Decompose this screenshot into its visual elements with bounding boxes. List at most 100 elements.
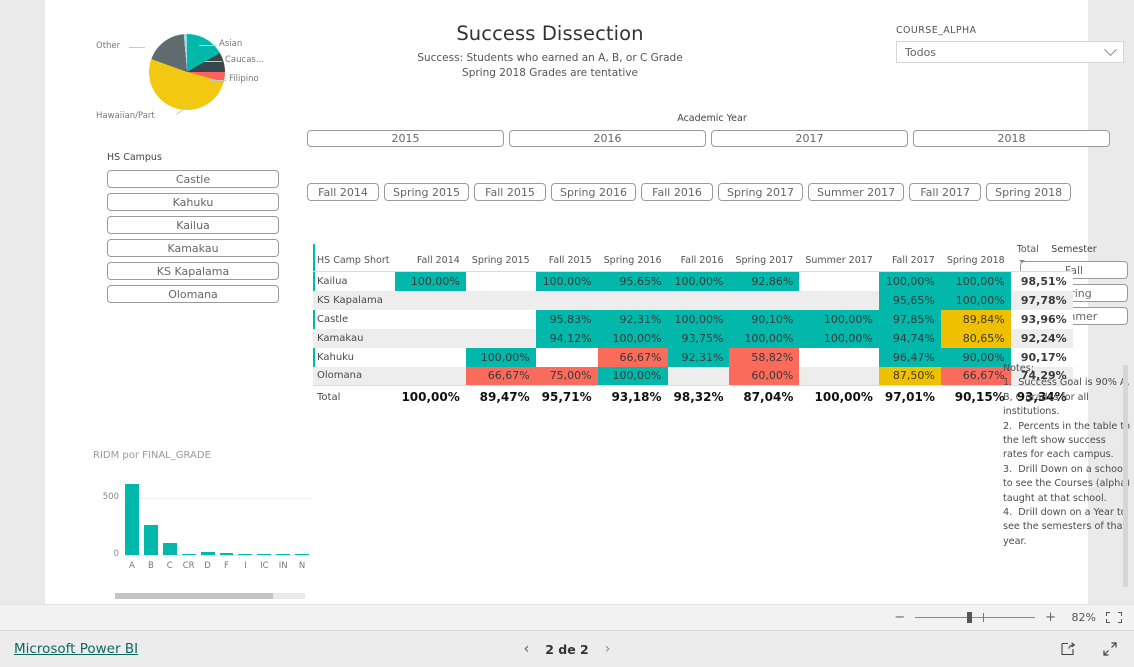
matrix-cell[interactable]	[667, 290, 730, 310]
bar-IC[interactable]	[257, 553, 272, 555]
previous-page-button[interactable]: ‹	[524, 641, 530, 657]
matrix-cell[interactable]: 92,86%	[729, 271, 800, 291]
matrix-cell[interactable]: 93,75%	[667, 328, 730, 348]
hs-campus-slicer[interactable]: HS Campus Castle Kahuku Kailua Kamakau K…	[107, 152, 283, 308]
bar-F[interactable]	[219, 552, 234, 555]
table-row[interactable]: Olomana 66,67% 75,00% 100,00% 60,00% 87,50% 66…	[313, 366, 1073, 386]
matrix-cell[interactable]	[395, 366, 466, 386]
matrix-cell[interactable]: 94,12%	[535, 328, 598, 348]
matrix-cell[interactable]: 100,00%	[395, 271, 466, 291]
academic-year-slicer[interactable]: Academic Year 2015 2016 2017 2018	[307, 113, 1117, 147]
matrix-cell[interactable]: 80,65%	[940, 328, 1011, 348]
col-header-summer-2017[interactable]: Summer 2017	[799, 244, 879, 272]
matrix-cell[interactable]: 100,00%	[940, 290, 1011, 310]
matrix-cell[interactable]	[597, 290, 668, 310]
bar-chart-scroll-thumb[interactable]	[115, 593, 273, 599]
zoom-in-button[interactable]: +	[1045, 610, 1056, 625]
matrix-row-total[interactable]: 93,96%	[1010, 309, 1073, 329]
col-header-fall-2017[interactable]: Fall 2017	[879, 244, 941, 272]
bar-CR[interactable]	[181, 553, 196, 555]
term-slicer[interactable]: Fall 2014 Spring 2015 Fall 2015 Spring 2…	[307, 183, 1072, 201]
col-header-campus[interactable]: HS Camp Short	[313, 244, 395, 272]
matrix-cell[interactable]	[667, 366, 730, 386]
matrix-cell[interactable]: 60,00%	[729, 366, 800, 386]
matrix-cell[interactable]: 100,00%	[729, 328, 800, 348]
matrix-cell[interactable]	[395, 348, 465, 367]
matrix-row-label[interactable]: Kahuku	[313, 348, 395, 367]
col-header-spring-2015[interactable]: Spring 2015	[466, 244, 536, 272]
table-row[interactable]: Kamakau 94,12% 100,00% 93,75% 100,00% 100,00%…	[313, 328, 1073, 348]
next-page-button[interactable]: ›	[605, 641, 611, 657]
matrix-cell[interactable]: 92,31%	[667, 347, 730, 367]
share-icon[interactable]	[1060, 641, 1076, 657]
matrix-row-label[interactable]: Castle	[313, 310, 395, 329]
matrix-cell[interactable]	[799, 290, 879, 310]
slicer-item-olomana[interactable]: Olomana	[107, 285, 279, 303]
matrix-cell[interactable]	[536, 348, 598, 367]
zoom-slider-thumb[interactable]	[967, 612, 973, 623]
table-row[interactable]: Castle 95,83% 92,31% 100,00% 90,10% 100,00% 97…	[313, 309, 1073, 329]
matrix-cell[interactable]	[466, 272, 536, 291]
slicer-item-kailua[interactable]: Kailua	[107, 216, 279, 234]
course-alpha-dropdown[interactable]: Todos	[896, 41, 1124, 63]
matrix-cell[interactable]: 100,00%	[940, 271, 1011, 291]
zoom-out-button[interactable]: −	[894, 610, 905, 625]
slicer-item-fall-2014[interactable]: Fall 2014	[307, 183, 379, 201]
matrix-cell[interactable]	[395, 328, 466, 348]
matrix-cell[interactable]	[799, 348, 879, 367]
col-header-spring-2017[interactable]: Spring 2017	[729, 244, 799, 272]
matrix-cell[interactable]: 92,31%	[597, 309, 668, 329]
table-row[interactable]: KS Kapalama 95,65% 100,00% 97,78%	[313, 290, 1073, 310]
course-alpha-slicer[interactable]: COURSE_ALPHA Todos	[896, 25, 1124, 63]
matrix-cell[interactable]: 96,47%	[878, 347, 941, 367]
matrix-cell[interactable]: 100,00%	[799, 309, 879, 329]
matrix-cell[interactable]: 89,84%	[940, 309, 1011, 329]
matrix-cell[interactable]: 66,67%	[940, 366, 1011, 386]
power-bi-brand-link[interactable]: Microsoft Power BI	[14, 641, 138, 657]
matrix-row-label[interactable]: Kailua	[313, 272, 395, 291]
matrix-cell[interactable]: 95,65%	[597, 271, 668, 291]
matrix-cell[interactable]	[535, 290, 598, 310]
col-header-fall-2015[interactable]: Fall 2015	[536, 244, 598, 272]
bar-A[interactable]	[125, 483, 139, 555]
notes-scrollbar[interactable]	[1123, 365, 1128, 587]
bar-IN[interactable]	[276, 553, 291, 555]
table-row[interactable]: Kahuku 100,00% 66,67% 92,31% 58,82% 96,47% 90,…	[313, 347, 1073, 367]
bar-C[interactable]	[162, 542, 177, 555]
matrix-cell[interactable]: 66,67%	[597, 347, 668, 367]
matrix-cell[interactable]: 100,00%	[465, 347, 536, 367]
matrix-cell[interactable]: 94,74%	[878, 328, 941, 348]
slicer-item-year-2018[interactable]: 2018	[913, 130, 1110, 147]
bar-B[interactable]	[143, 525, 158, 555]
matrix-cell[interactable]: 100,00%	[597, 366, 668, 386]
slicer-item-kamakau[interactable]: Kamakau	[107, 239, 279, 257]
success-rate-matrix[interactable]: HS Camp Short Fall 2014 Spring 2015 Fall…	[313, 244, 1073, 406]
matrix-cell[interactable]: 87,50%	[878, 366, 941, 386]
matrix-cell[interactable]: 90,00%	[940, 347, 1011, 367]
matrix-cell[interactable]	[729, 290, 800, 310]
matrix-row-label[interactable]: KS Kapalama	[313, 290, 396, 310]
matrix-row-total[interactable]: 98,51%	[1010, 271, 1073, 291]
table-row[interactable]: Kailua 100,00% 100,00% 95,65% 100,00% 92,86% 1…	[313, 271, 1073, 291]
matrix-cell[interactable]: 100,00%	[878, 271, 941, 291]
slicer-item-fall-2017[interactable]: Fall 2017	[909, 183, 982, 201]
matrix-cell[interactable]	[799, 272, 879, 291]
bar-chart-scrollbar[interactable]	[115, 593, 305, 599]
matrix-row-total[interactable]: 97,78%	[1010, 290, 1073, 310]
col-header-spring-2018[interactable]: Spring 2018	[941, 244, 1011, 272]
matrix-cell[interactable]: 95,83%	[535, 309, 598, 329]
bar-series[interactable]	[125, 473, 310, 555]
slicer-item-fall-2015[interactable]: Fall 2015	[474, 183, 546, 201]
slicer-item-spring-2015[interactable]: Spring 2015	[384, 183, 469, 201]
matrix-cell[interactable]	[466, 310, 536, 329]
ethnicity-pie-chart[interactable]: Other Asian Caucas... Filipino Hawaiian/…	[96, 12, 307, 132]
matrix-cell[interactable]: 58,82%	[729, 347, 800, 367]
slicer-item-castle[interactable]: Castle	[107, 170, 279, 188]
slicer-item-spring-2017[interactable]: Spring 2017	[718, 183, 803, 201]
matrix-cell[interactable]: 90,10%	[729, 309, 800, 329]
matrix-row-label[interactable]: Olomana	[313, 366, 396, 386]
matrix-row-total[interactable]: 92,24%	[1010, 328, 1073, 348]
matrix-cell[interactable]: 97,85%	[878, 309, 941, 329]
matrix-cell[interactable]	[395, 290, 466, 310]
matrix-cell[interactable]	[465, 328, 536, 348]
